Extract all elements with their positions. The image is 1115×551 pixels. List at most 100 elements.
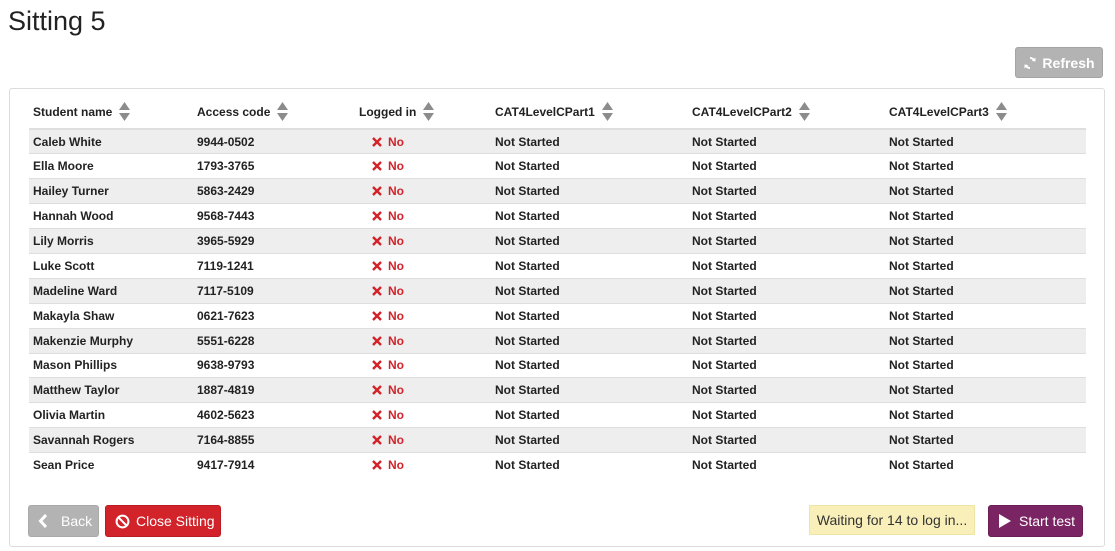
column-header-part3[interactable]: CAT4LevelCPart3: [889, 95, 1086, 130]
access-code-cell: 7119-1241: [197, 253, 357, 279]
part3-status-cell: Not Started: [889, 278, 1086, 304]
logged-in-cell: No: [357, 129, 495, 155]
back-button[interactable]: Back: [28, 505, 99, 537]
back-label: Back: [61, 513, 93, 529]
logged-in-cell: No: [357, 153, 495, 180]
column-header-label: Logged in: [359, 104, 417, 119]
part2-status-cell: Not Started: [692, 328, 889, 354]
part2-status-cell: Not Started: [692, 278, 889, 304]
part1-status-cell: Not Started: [495, 328, 692, 354]
part2-status-cell: Not Started: [692, 178, 889, 205]
part3-status-cell: Not Started: [889, 427, 1086, 454]
logged-in-value: No: [388, 358, 404, 373]
table-row: Hannah Wood 9568-7443 No Not Started Not Sta…: [29, 203, 1086, 230]
sort-icon[interactable]: [277, 102, 289, 121]
column-header-part2[interactable]: CAT4LevelCPart2: [692, 95, 889, 130]
waiting-status: Waiting for 14 to log in...: [809, 505, 975, 535]
sitting-panel: Student name Access code Logged in CAT4L…: [9, 88, 1105, 547]
part1-status-cell: Not Started: [495, 228, 692, 254]
logged-in-value: No: [388, 134, 404, 149]
access-code-cell: 9568-7443: [197, 203, 357, 230]
x-icon: [372, 136, 382, 147]
access-code-cell: 7164-8855: [197, 427, 357, 454]
table-row: Makenzie Murphy 5551-6228 No Not Started Not…: [29, 328, 1086, 354]
part2-status-cell: Not Started: [692, 303, 889, 329]
table-row: Lily Morris 3965-5929 No Not Started Not Sta…: [29, 228, 1086, 254]
access-code-cell: 9638-9793: [197, 353, 357, 379]
close-sitting-button[interactable]: Close Sitting: [105, 505, 221, 537]
logged-in-value: No: [388, 433, 404, 448]
part3-status-cell: Not Started: [889, 303, 1086, 329]
student-name-cell: Mason Phillips: [29, 353, 197, 379]
table-row: Savannah Rogers 7164-8855 No Not Started Not…: [29, 427, 1086, 454]
logged-in-cell: No: [357, 278, 495, 304]
student-name-cell: Lily Morris: [29, 228, 197, 254]
logged-in-value: No: [388, 333, 404, 348]
part1-status-cell: Not Started: [495, 253, 692, 279]
part3-status-cell: Not Started: [889, 203, 1086, 230]
part3-status-cell: Not Started: [889, 353, 1086, 379]
table-row: Matthew Taylor 1887-4819 No Not Started Not …: [29, 377, 1086, 404]
refresh-button[interactable]: Refresh: [1015, 47, 1103, 78]
logged-in-cell: No: [357, 178, 495, 205]
access-code-cell: 5863-2429: [197, 178, 357, 205]
part2-status-cell: Not Started: [692, 377, 889, 404]
access-code-cell: 4602-5623: [197, 402, 357, 429]
part2-status-cell: Not Started: [692, 228, 889, 254]
part2-status-cell: Not Started: [692, 452, 889, 478]
column-header-label: Student name: [33, 104, 113, 119]
column-header-logged-in[interactable]: Logged in: [357, 95, 495, 130]
part2-status-cell: Not Started: [692, 253, 889, 279]
part1-status-cell: Not Started: [495, 129, 692, 155]
student-name-cell: Matthew Taylor: [29, 377, 197, 404]
part3-status-cell: Not Started: [889, 228, 1086, 254]
part2-status-cell: Not Started: [692, 129, 889, 155]
sort-icon[interactable]: [995, 102, 1007, 121]
column-header-label: CAT4LevelCPart2: [692, 104, 792, 119]
part1-status-cell: Not Started: [495, 427, 692, 454]
part1-status-cell: Not Started: [495, 452, 692, 478]
refresh-icon: [1024, 56, 1037, 69]
sort-icon[interactable]: [601, 102, 613, 121]
x-icon: [372, 261, 382, 271]
table-row: Olivia Martin 4602-5623 No Not Started Not S…: [29, 402, 1086, 429]
part2-status-cell: Not Started: [692, 427, 889, 454]
logged-in-cell: No: [357, 452, 495, 478]
chevron-left-icon: [38, 514, 48, 528]
access-code-cell: 1793-3765: [197, 153, 357, 180]
logged-in-value: No: [388, 308, 404, 323]
x-icon: [372, 410, 382, 421]
x-icon: [372, 460, 382, 471]
student-name-cell: Sean Price: [29, 452, 197, 478]
start-test-button[interactable]: Start test: [988, 505, 1083, 537]
x-icon: [372, 285, 382, 296]
part2-status-cell: Not Started: [692, 153, 889, 180]
logged-in-value: No: [388, 258, 404, 273]
part1-status-cell: Not Started: [495, 153, 692, 180]
column-header-student-name[interactable]: Student name: [29, 95, 197, 130]
logged-in-cell: No: [357, 353, 495, 379]
x-icon: [372, 310, 382, 321]
x-icon: [372, 435, 382, 445]
part1-status-cell: Not Started: [495, 353, 692, 379]
x-icon: [372, 211, 382, 221]
column-header-part1[interactable]: CAT4LevelCPart1: [495, 95, 692, 130]
logged-in-value: No: [388, 458, 404, 473]
logged-in-value: No: [388, 184, 404, 199]
student-name-cell: Hailey Turner: [29, 178, 197, 205]
column-header-label: CAT4LevelCPart1: [495, 104, 595, 119]
sort-icon[interactable]: [119, 102, 131, 121]
column-header-access-code[interactable]: Access code: [197, 95, 357, 130]
access-code-cell: 5551-6228: [197, 328, 357, 354]
student-name-cell: Makenzie Murphy: [29, 328, 197, 354]
student-name-cell: Madeline Ward: [29, 278, 197, 304]
logged-in-value: No: [388, 283, 404, 298]
sort-icon[interactable]: [798, 102, 810, 121]
table-row: Mason Phillips 9638-9793 No Not Started Not …: [29, 353, 1086, 379]
student-name-cell: Hannah Wood: [29, 203, 197, 230]
logged-in-value: No: [388, 383, 404, 398]
student-name-cell: Caleb White: [29, 129, 197, 155]
sort-icon[interactable]: [423, 102, 435, 121]
student-name-cell: Savannah Rogers: [29, 427, 197, 454]
part3-status-cell: Not Started: [889, 129, 1086, 155]
